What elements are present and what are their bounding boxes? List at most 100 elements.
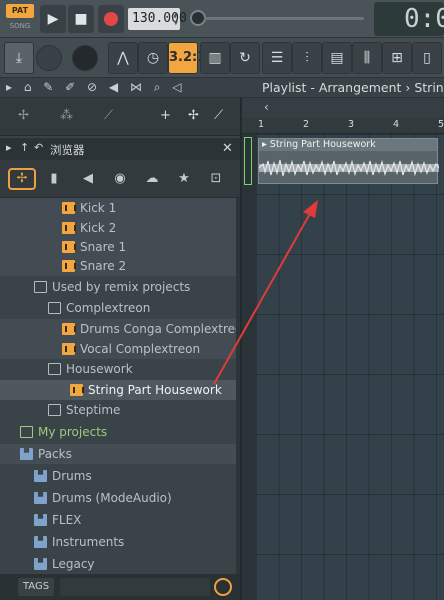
list-item[interactable]: Complextreon: [0, 298, 236, 318]
pat-label[interactable]: PAT: [6, 4, 34, 18]
pack-folder-icon: [34, 514, 47, 526]
wait-record-icon[interactable]: ◷: [138, 42, 168, 74]
main-volume-knob[interactable]: [36, 45, 62, 71]
metronome-icon[interactable]: ⋀: [108, 42, 138, 74]
list-item[interactable]: Kick 1: [0, 198, 236, 218]
close-icon[interactable]: ✕: [222, 141, 233, 156]
filter-world-icon[interactable]: ◉: [106, 168, 134, 190]
track-header-strip[interactable]: [242, 134, 256, 600]
tags-bar: TAGS: [0, 574, 240, 600]
master-volume-slider[interactable]: [204, 17, 364, 20]
playlist-icon[interactable]: ▤: [322, 42, 352, 74]
ruler-tick: 2: [303, 119, 310, 130]
filter-plugins-icon[interactable]: ◀: [74, 168, 102, 190]
play-button[interactable]: ▶: [40, 5, 66, 33]
record-icon: [104, 12, 118, 26]
search-icon[interactable]: [214, 578, 232, 596]
ruler-tick: 1: [258, 119, 265, 130]
list-item[interactable]: Drums (ModeAudio): [0, 488, 236, 508]
pack-folder-icon: [34, 492, 47, 504]
pat-song-toggle[interactable]: PAT SONG: [6, 4, 34, 34]
playlist-ruler[interactable]: 1 2 3 4 5: [242, 118, 444, 134]
browser-tools-icon[interactable]: ✢: [188, 108, 199, 123]
list-item[interactable]: Drums Conga Complextreon: [0, 319, 236, 339]
back-icon[interactable]: ↶: [34, 141, 43, 154]
waveform: [259, 159, 439, 177]
list-item[interactable]: Snare 1: [0, 237, 236, 257]
tags-button[interactable]: TAGS: [18, 578, 54, 596]
up-arrow-icon[interactable]: ↑: [20, 141, 29, 154]
list-item[interactable]: Snare 2: [0, 256, 236, 276]
list-item[interactable]: My projects: [0, 422, 236, 442]
browser-icon[interactable]: ▯: [412, 42, 442, 74]
browser-add-icon[interactable]: +: [160, 108, 171, 123]
mixer-icon[interactable]: ⫼: [352, 42, 382, 74]
list-item[interactable]: Vocal Complextreon: [0, 339, 236, 359]
audio-file-icon: [62, 202, 76, 214]
transport-bar: PAT SONG ▶ ■ 130.000 ▲ ▼ 0:0: [0, 0, 444, 38]
browser-link-icon[interactable]: ⟋: [214, 108, 223, 123]
audio-file-icon: [62, 343, 76, 355]
browser-header: ▸ ↑ ↶ 浏览器 ✕: [0, 138, 240, 160]
stop-button[interactable]: ■: [68, 5, 94, 33]
track-selection-marker: [244, 137, 252, 185]
playlist-toolbar: ▸ ⌂ ✎ ✐ ⊘ ◀ ⋈ ⌕ ◁ Playlist - Arrangement…: [0, 78, 444, 98]
browser-tab-automation-icon[interactable]: ⟋: [104, 108, 113, 123]
audio-file-icon: [70, 384, 84, 396]
channel-rack-icon[interactable]: ⫶: [292, 42, 322, 74]
mixer-grid-icon[interactable]: ☰: [262, 42, 292, 74]
list-item[interactable]: Instruments: [0, 532, 236, 552]
folder-icon: [34, 281, 47, 293]
my-projects-folder-icon: [20, 426, 33, 438]
list-item[interactable]: Drums: [0, 466, 236, 486]
list-item[interactable]: Steptime: [0, 400, 236, 420]
list-item[interactable]: Housework: [0, 359, 236, 379]
plugin-picker-icon[interactable]: ⊞: [382, 42, 412, 74]
browser-tab-samples-icon[interactable]: ⁂: [60, 108, 73, 123]
tempo-field[interactable]: 130.000 ▲ ▼: [128, 8, 187, 30]
audio-file-icon: [62, 260, 76, 272]
filter-tag-folder-icon[interactable]: ⊡: [202, 168, 230, 190]
browser-filter-bar: ✢ ▮ ◀ ◉ ☁ ★ ⊡: [0, 160, 240, 198]
audio-clip[interactable]: ▸ String Part Housework: [258, 138, 439, 184]
folder-icon: [48, 363, 61, 375]
record-button[interactable]: [98, 5, 124, 33]
pack-folder-icon: [34, 536, 47, 548]
browser-tabs: ✢ ⁂ ⟋ + ✢ ⟋: [0, 98, 240, 136]
song-label[interactable]: SONG: [6, 20, 34, 32]
ruler-tick: 4: [393, 119, 400, 130]
countdown-button[interactable]: 3.2:1: [168, 42, 206, 74]
list-item[interactable]: Legacy: [0, 554, 236, 574]
tempo-value: 130.000: [132, 11, 187, 26]
clip-title: ▸ String Part Housework: [259, 139, 437, 151]
filter-star-icon[interactable]: ★: [170, 168, 198, 190]
filter-all-icon[interactable]: ✢: [8, 168, 36, 190]
download-icon[interactable]: ⤓: [4, 42, 34, 74]
tempo-stepper-icon[interactable]: ▲ ▼: [174, 10, 178, 28]
main-pitch-knob[interactable]: [72, 45, 98, 71]
ruler-tick: 5: [438, 119, 444, 130]
list-item[interactable]: Used by remix projects: [0, 277, 236, 297]
scroll-left-icon[interactable]: ‹: [264, 100, 269, 114]
song-time-display: 0:0: [374, 2, 444, 36]
loop-record-icon[interactable]: ↻: [230, 42, 260, 74]
list-item[interactable]: Packs: [0, 444, 236, 464]
playlist-tool-icons[interactable]: ▸ ⌂ ✎ ✐ ⊘ ◀ ⋈ ⌕ ◁: [6, 80, 186, 96]
folder-icon: [48, 404, 61, 416]
playlist-nav: ‹: [242, 98, 444, 118]
tags-search-input[interactable]: [60, 578, 210, 596]
step-edit-icon[interactable]: ▥: [200, 42, 230, 74]
playlist-panel: ‹ 1 2 3 4 5 ▸ String Part Housework: [240, 98, 444, 600]
filter-files-icon[interactable]: ▮: [40, 168, 68, 190]
list-item[interactable]: Kick 2: [0, 218, 236, 238]
list-item[interactable]: FLEX: [0, 510, 236, 530]
collapse-icon[interactable]: ▸: [6, 141, 12, 154]
filter-cloud-icon[interactable]: ☁: [138, 168, 166, 190]
playlist-grid[interactable]: [256, 134, 444, 600]
browser-title: 浏览器: [50, 143, 85, 157]
browser-tab-all-icon[interactable]: ✢: [18, 108, 29, 123]
list-item-selected[interactable]: String Part Housework: [0, 380, 236, 400]
audio-file-icon: [62, 222, 76, 234]
pack-folder-icon: [20, 448, 33, 460]
pack-folder-icon: [34, 558, 47, 570]
